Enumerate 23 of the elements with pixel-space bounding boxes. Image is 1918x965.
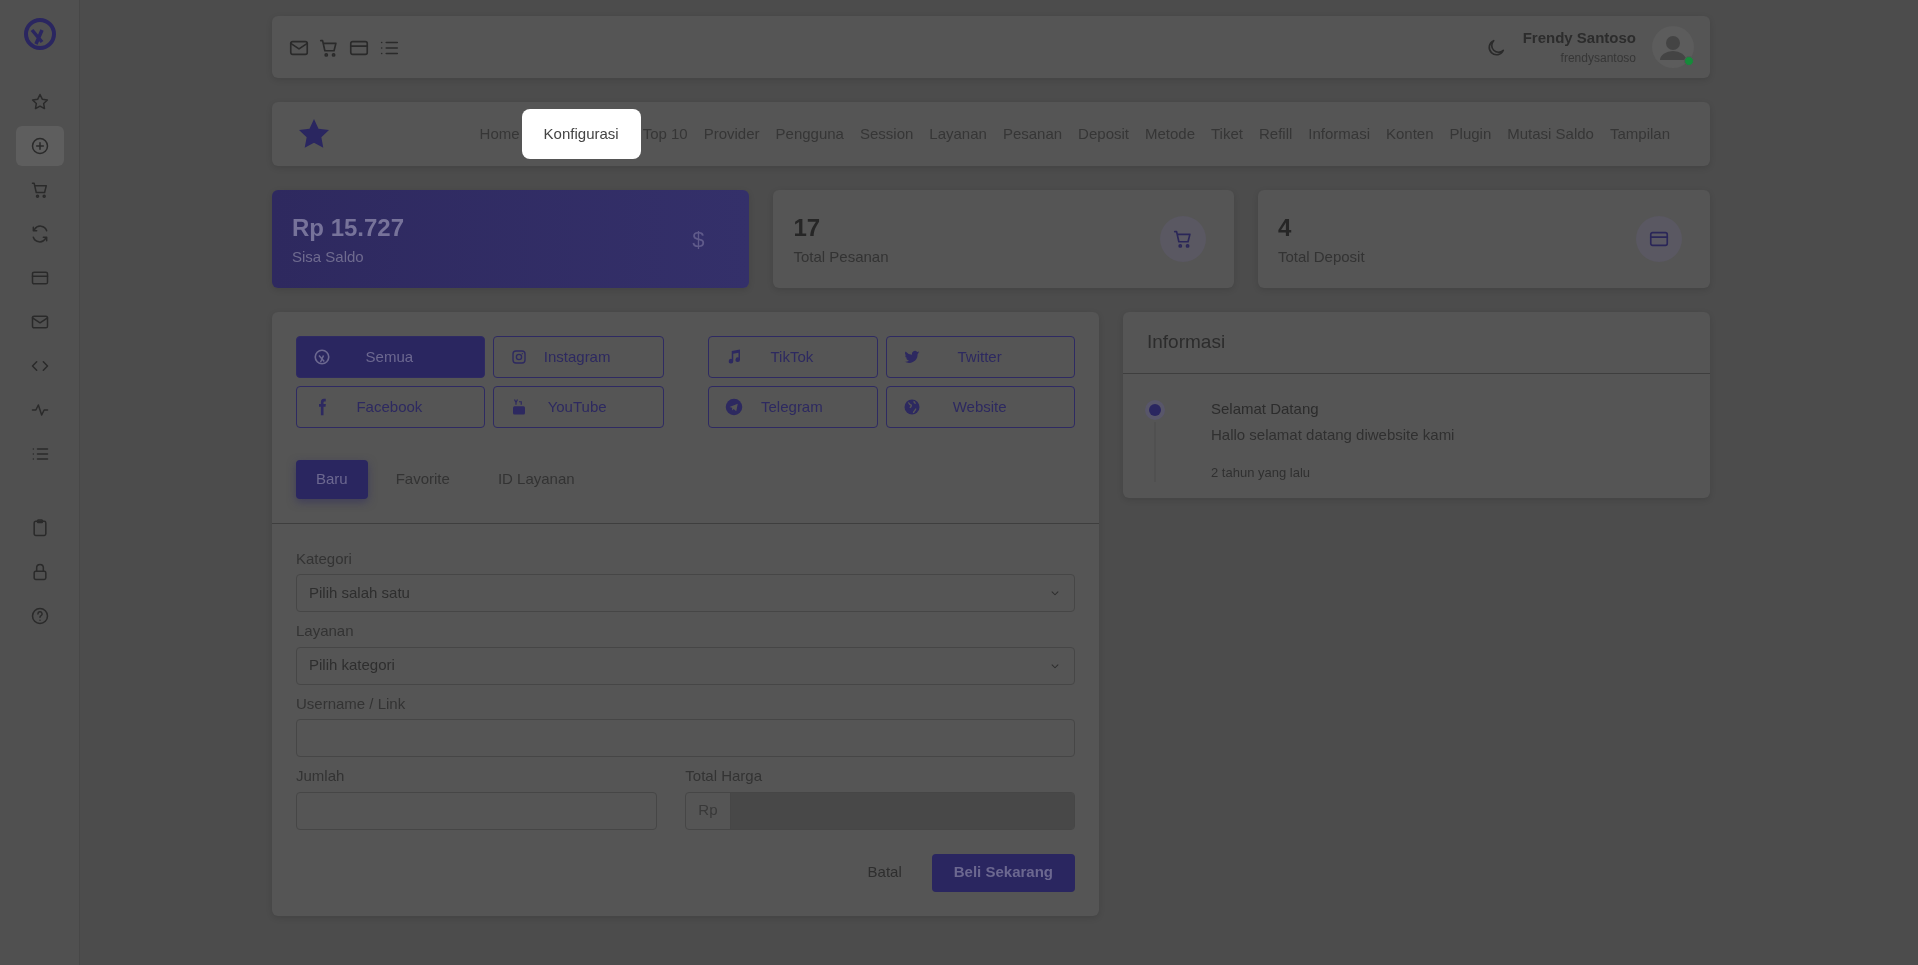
bird-icon xyxy=(903,348,922,366)
logo-icon xyxy=(21,16,58,52)
stat-label: Sisa Saldo xyxy=(292,246,365,267)
mail-icon xyxy=(29,312,50,332)
plus-circle-icon xyxy=(29,136,50,156)
platform-filter-button[interactable]: Semua xyxy=(296,336,485,378)
star-icon xyxy=(29,92,50,112)
help-icon xyxy=(29,606,50,626)
paper-plane-icon xyxy=(724,398,743,416)
credit-card-icon xyxy=(29,268,50,288)
cart-icon xyxy=(1171,228,1194,250)
nav-link[interactable]: Konfigurasi xyxy=(521,108,641,160)
buy-now-button[interactable]: Beli Sekarang xyxy=(931,853,1075,892)
avatar-icon[interactable] xyxy=(1652,26,1694,68)
currency-symbol: $ xyxy=(692,225,705,254)
sidebar-item[interactable] xyxy=(15,126,64,166)
logo-icon xyxy=(313,348,331,366)
globe-icon xyxy=(903,398,922,416)
stat-value: Rp 15.727 xyxy=(292,212,405,243)
camera-icon xyxy=(509,348,528,366)
cart-icon xyxy=(29,180,50,200)
timeline-dot xyxy=(1149,403,1161,416)
service-tab[interactable]: Baru xyxy=(296,460,368,499)
